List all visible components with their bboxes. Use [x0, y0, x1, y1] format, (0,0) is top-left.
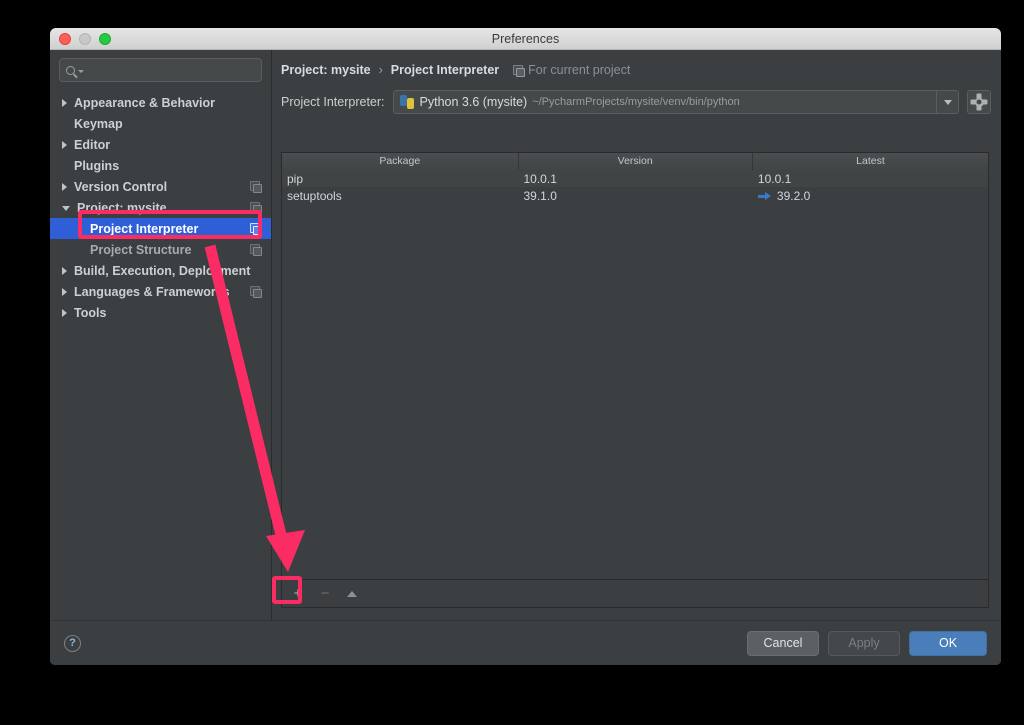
window-titlebar: Preferences [50, 28, 1001, 50]
scope-label: For current project [528, 63, 631, 77]
packages-table-header: Package Version Latest [282, 153, 988, 170]
breadcrumb-page: Project Interpreter [390, 63, 500, 77]
project-scope-icon [250, 223, 262, 235]
close-button[interactable] [59, 33, 71, 45]
sidebar-item-label: Languages & Frameworks [74, 284, 230, 299]
packages-panel: Package Version Latest pip 10.0.1 10.0.1 se… [281, 152, 989, 608]
chevron-right-icon[interactable] [62, 266, 67, 275]
sidebar-item-plugins[interactable]: Plugins [50, 155, 271, 176]
sidebar-item-version-control[interactable]: Version Control [50, 176, 271, 197]
project-scope-icon [250, 244, 262, 256]
chevron-down-icon[interactable] [62, 206, 70, 211]
breadcrumb-separator: › [378, 63, 383, 77]
sidebar-item-project-interpreter[interactable]: Project Interpreter [50, 218, 271, 239]
upgrade-icon [347, 590, 357, 597]
add-package-button[interactable]: + [287, 583, 309, 605]
project-scope-icon [513, 65, 526, 77]
sidebar-item-label: Plugins [74, 158, 120, 173]
remove-package-button[interactable]: − [314, 583, 336, 605]
upgrade-available-icon [757, 191, 771, 201]
sidebar-item-label: Keymap [74, 116, 123, 131]
sidebar-item-label: Appearance & Behavior [74, 95, 216, 110]
cell-latest: 39.2.0 [753, 189, 988, 203]
gear-icon [972, 95, 986, 109]
packages-toolbar: + − [282, 579, 988, 607]
project-scope-icon [250, 181, 262, 193]
cell-latest-value: 39.2.0 [776, 188, 811, 203]
interpreter-select[interactable]: Python 3.6 (mysite) ~/PycharmProjects/my… [392, 90, 959, 114]
sidebar-item-label: Editor [74, 137, 111, 152]
sidebar-item-project-structure[interactable]: Project Structure [50, 239, 271, 260]
project-scope-icon [250, 286, 262, 298]
sidebar-item-label: Project: mysite [77, 200, 167, 215]
sidebar-item-label: Version Control [74, 179, 168, 194]
scope-indicator: For current project [513, 63, 630, 77]
ok-button[interactable]: OK [909, 630, 987, 656]
sidebar-item-label: Build, Execution, Deployment [74, 263, 251, 278]
table-row[interactable]: pip 10.0.1 10.0.1 [282, 170, 988, 187]
cell-package: setuptools [287, 188, 342, 203]
preferences-window: Preferences Appearance & Behavior Keymap E… [50, 28, 1001, 665]
cancel-button[interactable]: Cancel [747, 630, 819, 656]
interpreter-path: ~/PycharmProjects/mysite/venv/bin/python [532, 96, 740, 108]
settings-sidebar: Appearance & Behavior Keymap Editor Plugins… [50, 50, 272, 665]
cell-latest: 10.0.1 [753, 172, 988, 186]
sidebar-item-label: Project Structure [90, 242, 192, 257]
search-box[interactable] [59, 58, 262, 82]
chevron-right-icon[interactable] [62, 308, 67, 317]
packages-table-body: pip 10.0.1 10.0.1 setuptools 39.1.0 39.2.0 [282, 170, 988, 579]
zoom-button[interactable] [99, 33, 111, 45]
sidebar-item-appearance-behavior[interactable]: Appearance & Behavior [50, 92, 271, 113]
table-row[interactable]: setuptools 39.1.0 39.2.0 [282, 187, 988, 204]
help-button[interactable]: ? [64, 634, 81, 652]
minimize-button[interactable] [79, 33, 91, 45]
sidebar-item-label: Tools [74, 305, 107, 320]
sidebar-item-build-execution-deployment[interactable]: Build, Execution, Deployment [50, 260, 271, 281]
chevron-down-icon[interactable] [936, 91, 958, 113]
sidebar-item-project-mysite[interactable]: Project: mysite [50, 197, 271, 218]
chevron-right-icon[interactable] [62, 182, 67, 191]
python-logo-icon [399, 95, 414, 109]
column-header-package[interactable]: Package [282, 153, 519, 170]
project-scope-icon [250, 202, 262, 214]
main-panel: Project: mysite › Project Interpreter Fo… [272, 50, 1001, 665]
interpreter-row: Project Interpreter: Python 3.6 (mysite)… [272, 77, 1001, 114]
upgrade-package-button[interactable] [341, 583, 363, 605]
chevron-right-icon[interactable] [62, 287, 67, 296]
chevron-right-icon[interactable] [62, 98, 67, 107]
sidebar-item-editor[interactable]: Editor [50, 134, 271, 155]
settings-tree: Appearance & Behavior Keymap Editor Plugins… [50, 92, 271, 323]
breadcrumb-project[interactable]: Project: mysite [281, 63, 371, 77]
chevron-right-icon[interactable] [62, 140, 67, 149]
column-header-version[interactable]: Version [519, 153, 753, 170]
cell-version: 39.1.0 [523, 188, 557, 203]
cell-latest-value: 10.0.1 [757, 171, 792, 186]
cell-version: 10.0.1 [523, 171, 557, 186]
window-controls [59, 33, 111, 45]
apply-button[interactable]: Apply [828, 630, 900, 656]
interpreter-name: Python 3.6 (mysite) [419, 95, 528, 109]
sidebar-item-languages-frameworks[interactable]: Languages & Frameworks [50, 281, 271, 302]
breadcrumb: Project: mysite › Project Interpreter Fo… [272, 50, 1001, 77]
dialog-footer: ? Cancel Apply OK [50, 620, 1001, 665]
sidebar-item-label: Project Interpreter [90, 221, 199, 236]
dialog-body: Appearance & Behavior Keymap Editor Plugins… [50, 50, 1001, 665]
search-icon [66, 65, 75, 75]
cell-package: pip [287, 171, 304, 186]
interpreter-settings-button[interactable] [967, 90, 991, 114]
sidebar-item-keymap[interactable]: Keymap [50, 113, 271, 134]
column-header-latest[interactable]: Latest [753, 153, 988, 170]
window-title: Preferences [491, 32, 560, 46]
sidebar-item-tools[interactable]: Tools [50, 302, 271, 323]
interpreter-label: Project Interpreter: [281, 95, 385, 109]
search-input[interactable] [84, 63, 255, 77]
